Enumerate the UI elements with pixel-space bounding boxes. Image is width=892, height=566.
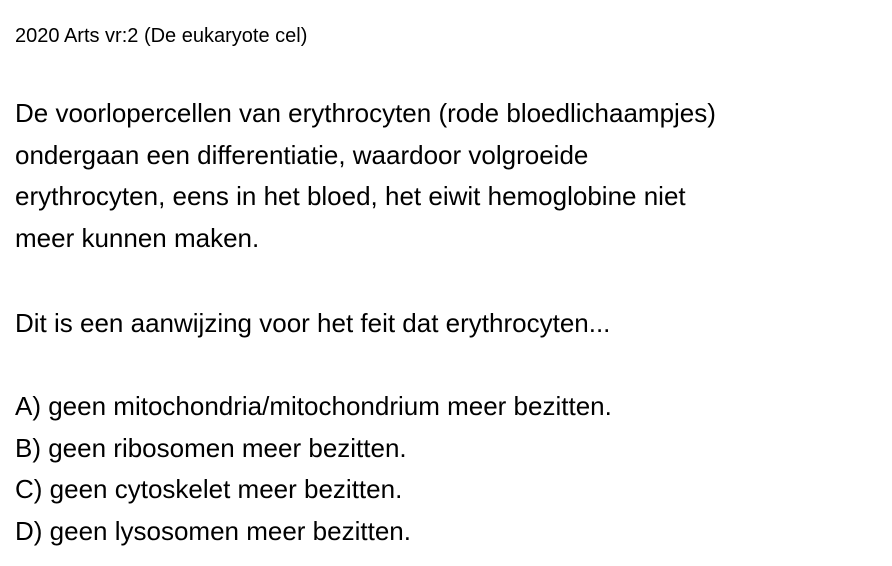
question-line: erythrocyten, eens in het bloed, het eiw… bbox=[15, 181, 686, 211]
question-line: De voorlopercellen van erythrocyten (rod… bbox=[15, 98, 716, 128]
slide-header: 2020 Arts vr:2 (De eukaryote cel) bbox=[15, 25, 308, 47]
question-text: De voorlopercellen van erythrocyten (rod… bbox=[15, 93, 885, 259]
answer-option-d: D) geen lysosomen meer bezitten. bbox=[15, 515, 411, 546]
answer-option-b: B) geen ribosomen meer bezitten. bbox=[15, 432, 407, 463]
question-line: ondergaan een differentiatie, waardoor v… bbox=[15, 139, 589, 170]
question-line: meer kunnen maken. bbox=[15, 222, 260, 253]
answer-option-c: C) geen cytoskelet meer bezitten. bbox=[15, 474, 403, 504]
question-prompt: Dit is een aanwijzing voor het feit dat … bbox=[15, 308, 611, 338]
answer-options: A) geen mitochondria/mitochondrium meer … bbox=[15, 386, 612, 552]
answer-option-a: A) geen mitochondria/mitochondrium meer … bbox=[15, 391, 612, 421]
slide-page: 2020 Arts vr:2 (De eukaryote cel) De voo… bbox=[0, 0, 892, 566]
